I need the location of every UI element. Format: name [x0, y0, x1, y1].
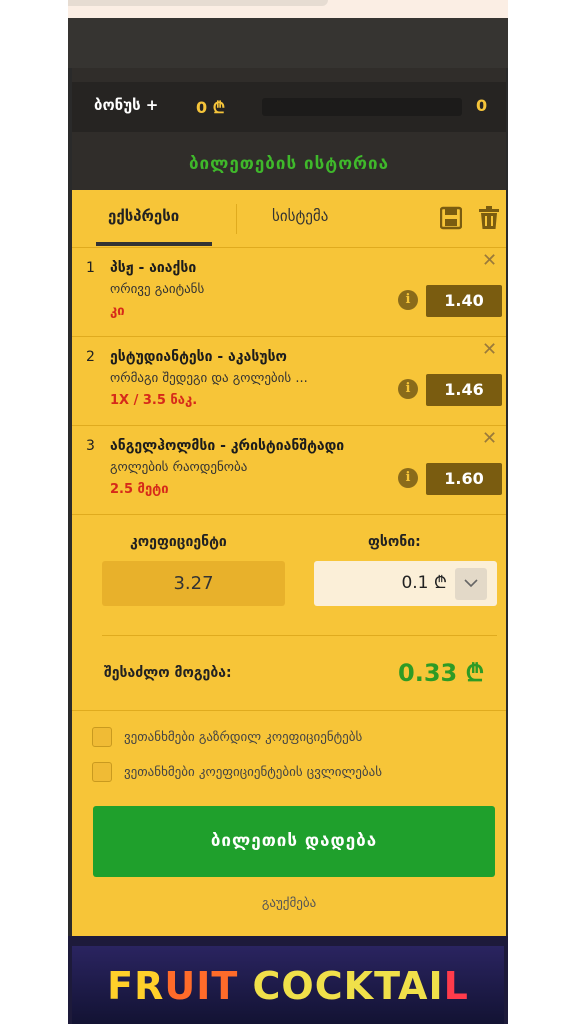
close-icon[interactable]: ✕ [482, 430, 497, 448]
checkbox-label: ვეთანხმები კოეფიციენტების ცვლილებას [124, 764, 383, 780]
betslip-page: ბონუს + 0 ₾ 0 ბილეთების ისტორია ექსპრესი… [68, 0, 508, 1024]
bet-match: ანგელჰოლმსი - კრისტიანშტადი [110, 438, 345, 454]
bonus-row: ბონუს + 0 ₾ 0 [72, 82, 506, 132]
chevron-down-icon[interactable] [455, 568, 487, 600]
tab-express[interactable]: ექსპრესი [108, 207, 179, 225]
betslip-tabs: ექსპრესი სისტემა [72, 190, 506, 248]
info-icon[interactable]: i [398, 290, 418, 310]
accept-increased-odds-option[interactable]: ვეთანხმები გაზრდილ კოეფიციენტებს [92, 726, 362, 748]
banner-logo-part: L [443, 964, 469, 1008]
tab-divider [236, 204, 237, 234]
bet-match: ესტუდიანტესი - აკასუსო [110, 349, 287, 365]
info-icon[interactable]: i [398, 379, 418, 399]
close-icon[interactable]: ✕ [482, 341, 497, 359]
stake-label: ფსონი: [368, 534, 421, 550]
active-tab-indicator [96, 242, 212, 246]
banner-logo-part: UIT [164, 964, 253, 1008]
odds-badge: 1.60 [426, 463, 502, 495]
possible-win-label: შესაძლო მოგება: [104, 665, 232, 681]
betslip-panel: ბონუს + 0 ₾ 0 ბილეთების ისტორია ექსპრესი… [72, 68, 506, 936]
bonus-progress-bar [262, 98, 462, 116]
close-icon[interactable]: ✕ [482, 252, 497, 270]
divider [72, 710, 506, 711]
accept-odds-change-option[interactable]: ვეთანხმები კოეფიციენტების ცვლილებას [92, 761, 382, 783]
trash-icon[interactable] [478, 206, 500, 230]
divider [102, 635, 497, 636]
bonus-amount: 0 ₾ [196, 98, 226, 117]
info-icon[interactable]: i [398, 468, 418, 488]
fruit-cocktail-banner[interactable]: FRUIT COCKTAIL [68, 936, 508, 1024]
banner-background: FRUIT COCKTAIL [72, 946, 504, 1024]
betslip: ექსპრესი სისტემა 1 პსჟ - აიაქსი ორივე გა… [72, 190, 506, 936]
ticket-history-link[interactable]: ბილეთების ისტორია [72, 138, 506, 190]
banner-logo: FRUIT COCKTAIL [72, 964, 504, 1008]
bet-pick: კი [110, 304, 125, 319]
bet-item: 2 ესტუდიანტესი - აკასუსო ორმაგი შედეგი დ… [72, 337, 506, 426]
bet-number: 2 [86, 349, 95, 365]
bet-item: 3 ანგელჰოლმსი - კრისტიანშტადი გოლების რა… [72, 426, 506, 515]
bet-pick: 1X / 3.5 ნაკ. [110, 393, 198, 408]
checkbox[interactable] [92, 762, 112, 782]
top-pill [68, 0, 328, 6]
odds-badge: 1.40 [426, 285, 502, 317]
banner-logo-part: COCKTAI [252, 964, 444, 1008]
banner-logo-part: FR [107, 964, 165, 1008]
bet-market: ორივე გაიტანს [110, 282, 205, 297]
stake-input[interactable]: 0.1 ₾ [314, 561, 497, 606]
bonus-label: ბონუს + [94, 96, 159, 114]
coefficient-label: კოეფიციენტი [130, 534, 227, 550]
bet-number: 3 [86, 438, 95, 454]
bet-market: გოლების რაოდენობა [110, 460, 248, 475]
place-bet-button[interactable]: ბილეთის დადება [93, 806, 495, 877]
bet-item: 1 პსჟ - აიაქსი ორივე გაიტანს კი ✕ i 1.40 [72, 248, 506, 337]
bonus-count: 0 [476, 96, 488, 115]
stake-value[interactable]: 0.1 ₾ [401, 561, 447, 606]
tab-system[interactable]: სისტემა [272, 207, 328, 225]
header-band [68, 18, 508, 68]
bet-market: ორმაგი შედეგი და გოლების ... [110, 371, 308, 386]
bet-pick: 2.5 მეტი [110, 482, 169, 497]
cancel-link[interactable]: გაუქმება [72, 896, 506, 911]
checkbox[interactable] [92, 727, 112, 747]
bet-match: პსჟ - აიაქსი [110, 260, 197, 276]
checkbox-label: ვეთანხმები გაზრდილ კოეფიციენტებს [124, 729, 363, 745]
save-icon[interactable] [439, 206, 463, 230]
odds-badge: 1.46 [426, 374, 502, 406]
bet-number: 1 [86, 260, 95, 276]
possible-win-value: 0.33 ₾ [398, 659, 485, 687]
top-strip [68, 0, 508, 18]
coefficient-value: 3.27 [102, 561, 285, 606]
